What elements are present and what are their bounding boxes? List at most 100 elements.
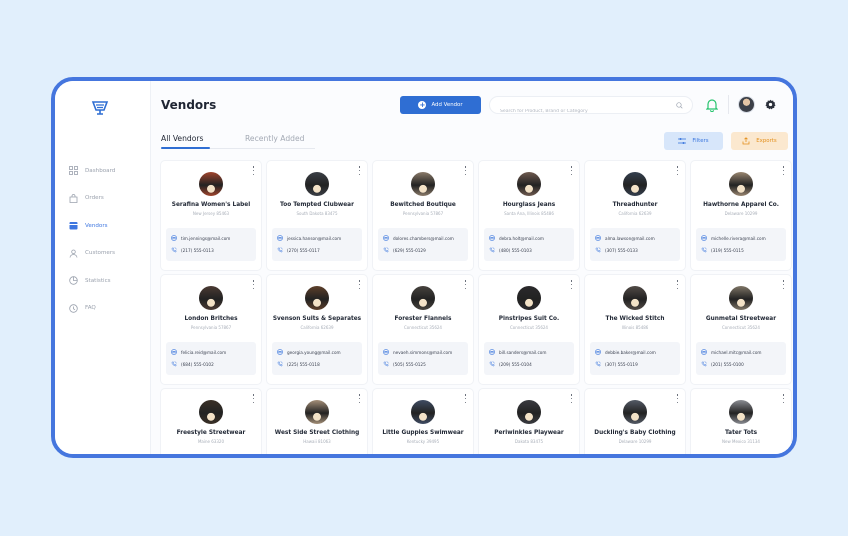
more-options-icon[interactable] xyxy=(782,166,785,175)
vendor-email: jessica.hanson@mail.com xyxy=(287,235,342,241)
phone-row[interactable]: (225) 555-0118 xyxy=(277,358,357,370)
more-options-icon[interactable] xyxy=(570,280,573,289)
email-row[interactable]: michelle.rivera@mail.com xyxy=(701,232,781,244)
sidebar-item-label: Orders xyxy=(85,195,104,202)
more-options-icon[interactable] xyxy=(464,394,467,403)
vendor-card[interactable]: London Britches Pennsylvania 57867 felicia… xyxy=(161,275,261,384)
search-icon[interactable] xyxy=(676,102,683,109)
vendor-email: georgia.young@mail.com xyxy=(287,349,341,355)
vendor-card[interactable]: Periwinkles Playwear Dakota 83475 xyxy=(479,389,579,454)
phone-row[interactable]: (307) 555-0133 xyxy=(595,244,675,256)
more-options-icon[interactable] xyxy=(464,280,467,289)
store-photo xyxy=(729,172,753,196)
phone-row[interactable]: (217) 555-0113 xyxy=(171,244,251,256)
vendor-card[interactable]: Too Tempted Clubwear South Dakota 83475 je… xyxy=(267,161,367,270)
more-options-icon[interactable] xyxy=(252,394,255,403)
vendor-card[interactable]: Duckling's Baby Clothing Delaware 10299 xyxy=(585,389,685,454)
vendor-card[interactable]: Serafina Women's Label New Jersey 85463 ti… xyxy=(161,161,261,270)
sidebar-item-label: Customers xyxy=(85,250,116,257)
vendor-name: Pinstripes Suit Co. xyxy=(498,316,560,322)
phone-row[interactable]: (307) 555-0119 xyxy=(595,358,675,370)
more-options-icon[interactable] xyxy=(782,394,785,403)
vendor-name: Duckling's Baby Clothing xyxy=(594,430,676,436)
more-options-icon[interactable] xyxy=(570,166,573,175)
add-vendor-button[interactable]: + Add Vendor xyxy=(400,96,481,114)
phone-row[interactable]: (209) 555-0104 xyxy=(489,358,569,370)
sidebar-item-orders[interactable]: Orders xyxy=(67,185,143,213)
phone-row[interactable]: (505) 555-0125 xyxy=(383,358,463,370)
vendor-card[interactable]: The Wicked Stitch Illinois 85486 debbie.ba… xyxy=(585,275,685,384)
more-options-icon[interactable] xyxy=(464,166,467,175)
email-row[interactable]: georgia.young@mail.com xyxy=(277,346,357,358)
sidebar-item-dashboard[interactable]: Dashboard xyxy=(67,157,143,185)
vendor-card[interactable]: Threadhunter California 62639 alma.lawson@… xyxy=(585,161,685,270)
phone-icon xyxy=(701,361,707,367)
vendor-name: Forester Flannels xyxy=(394,316,452,322)
email-row[interactable]: bill.sanders@mail.com xyxy=(489,346,569,358)
vendor-phone: (505) 555-0125 xyxy=(393,361,426,367)
tab-all-vendors[interactable]: All Vendors xyxy=(161,134,203,143)
vendor-card[interactable]: Forester Flannels Connecticut 35624 nevaeh… xyxy=(373,275,473,384)
vendor-card[interactable]: Pinstripes Suit Co. Connecticut 35624 bill… xyxy=(479,275,579,384)
more-options-icon[interactable] xyxy=(782,280,785,289)
vendor-card[interactable]: Hawthorne Apparel Co. Delaware 10299 miche… xyxy=(691,161,791,270)
store-photo xyxy=(411,286,435,310)
mail-icon xyxy=(595,235,601,241)
more-options-icon[interactable] xyxy=(676,280,679,289)
more-options-icon[interactable] xyxy=(570,394,573,403)
email-row[interactable]: alma.lawson@mail.com xyxy=(595,232,675,244)
phone-row[interactable]: (319) 555-0115 xyxy=(701,244,781,256)
email-row[interactable]: felicia.reid@mail.com xyxy=(171,346,251,358)
email-row[interactable]: tim.jennings@mail.com xyxy=(171,232,251,244)
phone-row[interactable]: (270) 555-0117 xyxy=(277,244,357,256)
bell-icon[interactable] xyxy=(706,98,718,112)
phone-row[interactable]: (201) 555-0100 xyxy=(701,358,781,370)
vendor-card[interactable]: Freestyle Streetwear Maine 63320 xyxy=(161,389,261,454)
exports-button[interactable]: Exports xyxy=(731,132,788,150)
sidebar-item-customers[interactable]: Customers xyxy=(67,240,143,268)
avatar[interactable] xyxy=(738,96,755,113)
cart-logo-icon[interactable] xyxy=(91,99,109,117)
store-photo xyxy=(729,286,753,310)
sidebar-item-faq[interactable]: FAQ xyxy=(67,295,143,323)
filters-button[interactable]: Filters xyxy=(664,132,723,150)
sidebar-item-statistics[interactable]: Statistics xyxy=(67,267,143,295)
vendor-card[interactable]: Tater Tots New Mexico 31134 xyxy=(691,389,791,454)
phone-icon xyxy=(383,361,389,367)
phone-icon xyxy=(171,361,177,367)
more-options-icon[interactable] xyxy=(358,394,361,403)
vendor-location: Santa Ana, Illinois 85486 xyxy=(504,211,554,216)
search-input[interactable] xyxy=(490,103,665,120)
vendor-card[interactable]: Svenson Suits & Separates California 6263… xyxy=(267,275,367,384)
more-options-icon[interactable] xyxy=(358,280,361,289)
vendor-card[interactable]: Hourglass Jeans Santa Ana, Illinois 85486… xyxy=(479,161,579,270)
phone-row[interactable]: (480) 555-0103 xyxy=(489,244,569,256)
vendor-name: Svenson Suits & Separates xyxy=(272,316,362,322)
vendor-card[interactable]: Bewitched Boutique Pennsylvania 57867 dolo… xyxy=(373,161,473,270)
email-row[interactable]: dolores.chambers@mail.com xyxy=(383,232,463,244)
gear-icon[interactable] xyxy=(765,99,776,110)
more-options-icon[interactable] xyxy=(358,166,361,175)
more-options-icon[interactable] xyxy=(252,166,255,175)
vendor-phone: (209) 555-0104 xyxy=(499,361,532,367)
mail-icon xyxy=(595,349,601,355)
email-row[interactable]: nevaeh.simmons@mail.com xyxy=(383,346,463,358)
vendor-card[interactable]: West Side Street Clothing Hawaii 81063 xyxy=(267,389,367,454)
vendor-location: Connecticut 35624 xyxy=(722,325,760,330)
email-row[interactable]: debbie.baker@mail.com xyxy=(595,346,675,358)
phone-row[interactable]: (629) 555-0129 xyxy=(383,244,463,256)
vendor-card[interactable]: Little Guppies Swimwear Kentucky 39495 xyxy=(373,389,473,454)
email-row[interactable]: debra.holt@mail.com xyxy=(489,232,569,244)
email-row[interactable]: michael.mitc@mail.com xyxy=(701,346,781,358)
more-options-icon[interactable] xyxy=(676,166,679,175)
email-row[interactable]: jessica.hanson@mail.com xyxy=(277,232,357,244)
sidebar-item-vendors[interactable]: Vendors xyxy=(67,212,143,240)
vendor-name: Freestyle Streetwear xyxy=(176,430,246,436)
sidebar-nav: Dashboard Orders Vendors Customers Statistic… xyxy=(67,157,143,322)
more-options-icon[interactable] xyxy=(676,394,679,403)
phone-row[interactable]: (684) 555-0102 xyxy=(171,358,251,370)
vendor-card[interactable]: Gunmetal Streetwear Connecticut 35624 mich… xyxy=(691,275,791,384)
tab-recently-added[interactable]: Recently Added xyxy=(245,134,304,143)
user-icon xyxy=(69,249,78,258)
more-options-icon[interactable] xyxy=(252,280,255,289)
